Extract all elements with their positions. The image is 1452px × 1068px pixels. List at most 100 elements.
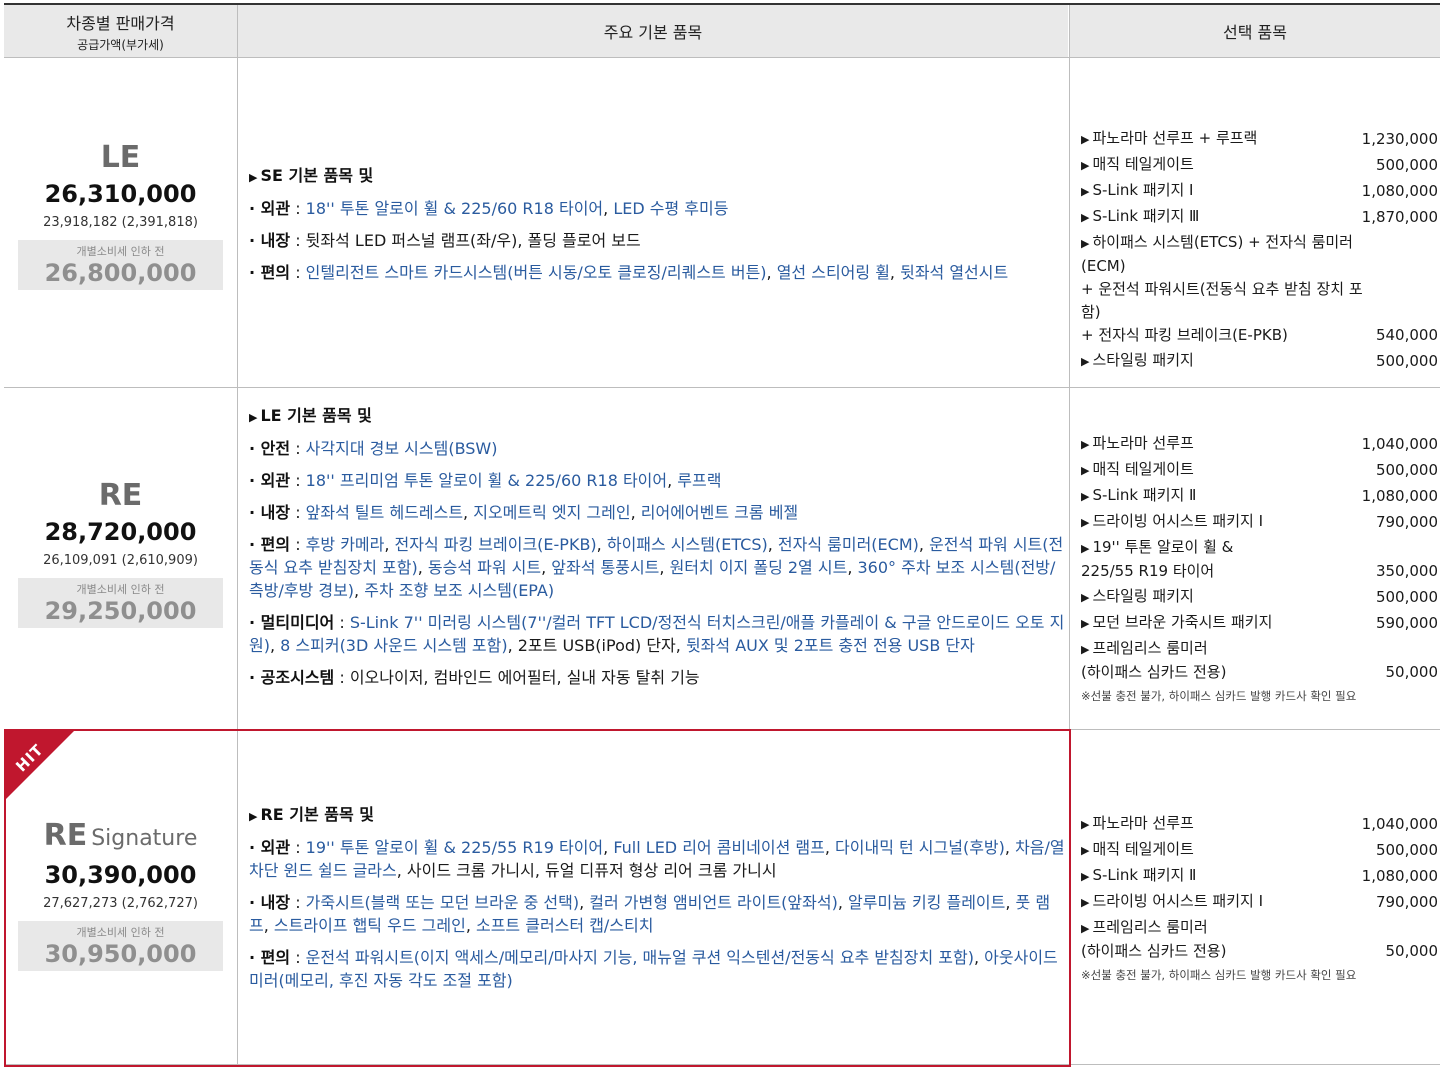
header-price-sub: 공급가액(부가세) bbox=[77, 37, 164, 52]
feature-text: , bbox=[384, 535, 395, 554]
feature-text: 8 스피커(3D 사운드 시스템 포함) bbox=[280, 636, 508, 655]
option-name: S-Link 패키지 Ⅱ bbox=[1092, 486, 1197, 504]
option-name-wrap: ▶ 스타일링 패키지 bbox=[1081, 349, 1194, 373]
feature-text: 열선 스티어링 휠 bbox=[776, 263, 890, 282]
option-item: ▶ S-Link 패키지 Ⅲ 1,870,000 bbox=[1081, 205, 1438, 229]
feature-text: , bbox=[596, 535, 607, 554]
bullet-dot-icon: · bbox=[249, 535, 261, 554]
feature-text: , bbox=[269, 636, 281, 655]
feature-text: , bbox=[847, 558, 858, 577]
bullet-dot-icon: · bbox=[249, 471, 261, 490]
option-name: 매직 테일게이트 bbox=[1092, 155, 1194, 173]
triangle-right-icon: ▶ bbox=[1081, 464, 1090, 477]
option-item: ▶ 매직 테일게이트 500,000 bbox=[1081, 458, 1438, 482]
category-colon: : bbox=[290, 231, 306, 250]
option-item: ▶ 매직 테일게이트 500,000 bbox=[1081, 838, 1438, 862]
category-colon: : bbox=[334, 613, 350, 632]
triangle-right-icon: ▶ bbox=[1081, 159, 1090, 172]
triangle-right-icon: ▶ bbox=[1081, 237, 1090, 250]
option-name: 파노라마 선루프 bbox=[1092, 814, 1194, 832]
bullet-dot-icon: · bbox=[249, 199, 261, 218]
option-name: S-Link 패키지 Ⅲ bbox=[1092, 207, 1200, 225]
triangle-right-icon: ▶ bbox=[1081, 818, 1090, 831]
option-name: 19'' 투톤 알로이 휠 & 225/55 R19 타이어 bbox=[1081, 538, 1234, 580]
options-re-signature: ▶ 파노라마 선루프 1,040,000 ▶ 매직 테일게이트 500,000 ▶ S-Lin… bbox=[1081, 812, 1438, 983]
feature-line: · 안전 : 사각지대 경보 시스템(BSW) bbox=[249, 437, 1069, 460]
feature-text: , bbox=[767, 535, 778, 554]
option-name: 프레임리스 룸미러 (하이패스 심카드 전용) bbox=[1081, 918, 1227, 960]
bullet-dot-icon: · bbox=[249, 503, 261, 522]
option-name-wrap: ▶ 매직 테일게이트 bbox=[1081, 153, 1194, 177]
pre-tax-box: 개별소비세 인하 전 29,250,000 bbox=[18, 578, 223, 628]
option-name-wrap: ▶ 프레임리스 룸미러 (하이패스 심카드 전용) bbox=[1081, 637, 1226, 684]
feature-text: , bbox=[541, 558, 552, 577]
option-name-wrap: ▶ S-Link 패키지 Ⅲ bbox=[1081, 205, 1199, 229]
feature-text: , bbox=[463, 503, 474, 522]
triangle-right-icon: ▶ bbox=[1081, 922, 1090, 935]
triangle-right-icon: ▶ bbox=[249, 411, 258, 424]
option-price: 500,000 bbox=[1375, 352, 1438, 370]
category-colon: : bbox=[290, 439, 306, 458]
features-heading: ▶ SE 기본 품목 및 bbox=[249, 164, 1069, 189]
feature-category: 외관 bbox=[260, 199, 291, 218]
option-name: 드라이빙 어시스트 패키지 Ⅰ bbox=[1092, 892, 1263, 910]
feature-text: , bbox=[659, 558, 670, 577]
option-item: ▶ S-Link 패키지 Ⅰ 1,080,000 bbox=[1081, 179, 1438, 203]
feature-text: 이오나이저, 컴바인드 에어필터, 실내 자동 탈취 기능 bbox=[349, 668, 700, 687]
pre-tax-price: 26,800,000 bbox=[44, 259, 197, 287]
bullet-dot-icon: · bbox=[249, 439, 261, 458]
feature-category: 편의 bbox=[260, 535, 291, 554]
feature-category: 안전 bbox=[260, 439, 291, 458]
option-name-wrap: ▶ S-Link 패키지 Ⅰ bbox=[1081, 179, 1193, 203]
option-price: 350,000 bbox=[1375, 562, 1438, 580]
feature-text: 18'' 프리미엄 투톤 알로이 휠 & 225/60 R18 타이어 bbox=[305, 471, 668, 490]
option-name: 스타일링 패키지 bbox=[1092, 587, 1194, 605]
option-name: 드라이빙 어시스트 패키지 Ⅰ bbox=[1092, 512, 1263, 530]
option-price: 1,080,000 bbox=[1361, 487, 1438, 505]
category-colon: : bbox=[290, 471, 306, 490]
option-name-wrap: ▶ 드라이빙 어시스트 패키지 Ⅰ bbox=[1081, 510, 1263, 534]
option-item: ▶ 파노라마 선루프 + 루프랙 1,230,000 bbox=[1081, 127, 1438, 151]
feature-text: 원터치 이지 폴딩 2열 시트 bbox=[669, 558, 848, 577]
bullet-dot-icon: · bbox=[249, 668, 261, 687]
feature-text: 뒷좌석 AUX 및 2포트 충전 전용 USB 단자 bbox=[685, 636, 975, 655]
feature-text: 앞좌석 통풍시트 bbox=[551, 558, 660, 577]
bullet-dot-icon: · bbox=[249, 231, 261, 250]
bullet-dot-icon: · bbox=[249, 613, 261, 632]
feature-category: 멀티미디어 bbox=[260, 613, 335, 632]
option-item: ▶ S-Link 패키지 Ⅱ 1,080,000 bbox=[1081, 864, 1438, 888]
option-note: ※선불 충전 불가, 하이패스 심카드 발행 카드사 확인 필요 bbox=[1081, 968, 1357, 982]
option-price: 1,080,000 bbox=[1361, 182, 1438, 200]
header-options-title: 선택 품목 bbox=[1223, 23, 1287, 42]
feature-text: , 2포트 USB(iPod) 단자, bbox=[507, 636, 686, 655]
option-name-wrap: ▶ S-Link 패키지 Ⅱ bbox=[1081, 484, 1196, 508]
feature-text: , bbox=[667, 471, 678, 490]
option-name-wrap: ▶ 모던 브라운 가죽시트 패키지 bbox=[1081, 611, 1272, 635]
option-name: 모던 브라운 가죽시트 패키지 bbox=[1092, 613, 1273, 631]
feature-text: 전자식 파킹 브레이크(E-PKB) bbox=[394, 535, 597, 554]
triangle-right-icon: ▶ bbox=[1081, 185, 1090, 198]
feature-text: 후방 카메라 bbox=[305, 535, 385, 554]
option-price: 500,000 bbox=[1375, 461, 1438, 479]
option-price: 540,000 bbox=[1375, 326, 1438, 344]
option-name: 스타일링 패키지 bbox=[1092, 351, 1194, 369]
features-re: ▶ LE 기본 품목 및 · 안전 : 사각지대 경보 시스템(BSW) · 외관 :… bbox=[249, 404, 1069, 698]
option-item: ▶ S-Link 패키지 Ⅱ 1,080,000 bbox=[1081, 484, 1438, 508]
option-price: 1,870,000 bbox=[1361, 208, 1438, 226]
feature-text: , bbox=[417, 558, 428, 577]
feature-line: · 편의 : 인텔리전트 스마트 카드시스템(버튼 시동/오토 클로징/리퀘스트… bbox=[249, 261, 1069, 284]
category-colon: : bbox=[290, 263, 306, 282]
option-item: ▶ 매직 테일게이트 500,000 bbox=[1081, 153, 1438, 177]
option-price: 790,000 bbox=[1375, 513, 1438, 531]
option-name: 파노라마 선루프 bbox=[1092, 434, 1194, 452]
model-supply-price: 23,918,182 (2,391,818) bbox=[43, 215, 198, 230]
feature-text: , bbox=[889, 263, 901, 282]
feature-text: 주차 조향 보조 시스템(EPA) bbox=[364, 581, 555, 600]
features-heading-text: SE 기본 품목 및 bbox=[260, 166, 374, 185]
header-price-title: 차종별 판매가격 bbox=[66, 13, 175, 33]
triangle-right-icon: ▶ bbox=[1081, 211, 1090, 224]
price-table: 차종별 판매가격 공급가액(부가세) 주요 기본 품목 선택 품목 LE 26,… bbox=[4, 3, 1440, 1067]
model-cell-re: RE 28,720,000 26,109,091 (2,610,909) 개별소… bbox=[4, 479, 237, 628]
header-features-col: 주요 기본 품목 bbox=[238, 5, 1068, 57]
pre-tax-price: 29,250,000 bbox=[44, 597, 197, 625]
